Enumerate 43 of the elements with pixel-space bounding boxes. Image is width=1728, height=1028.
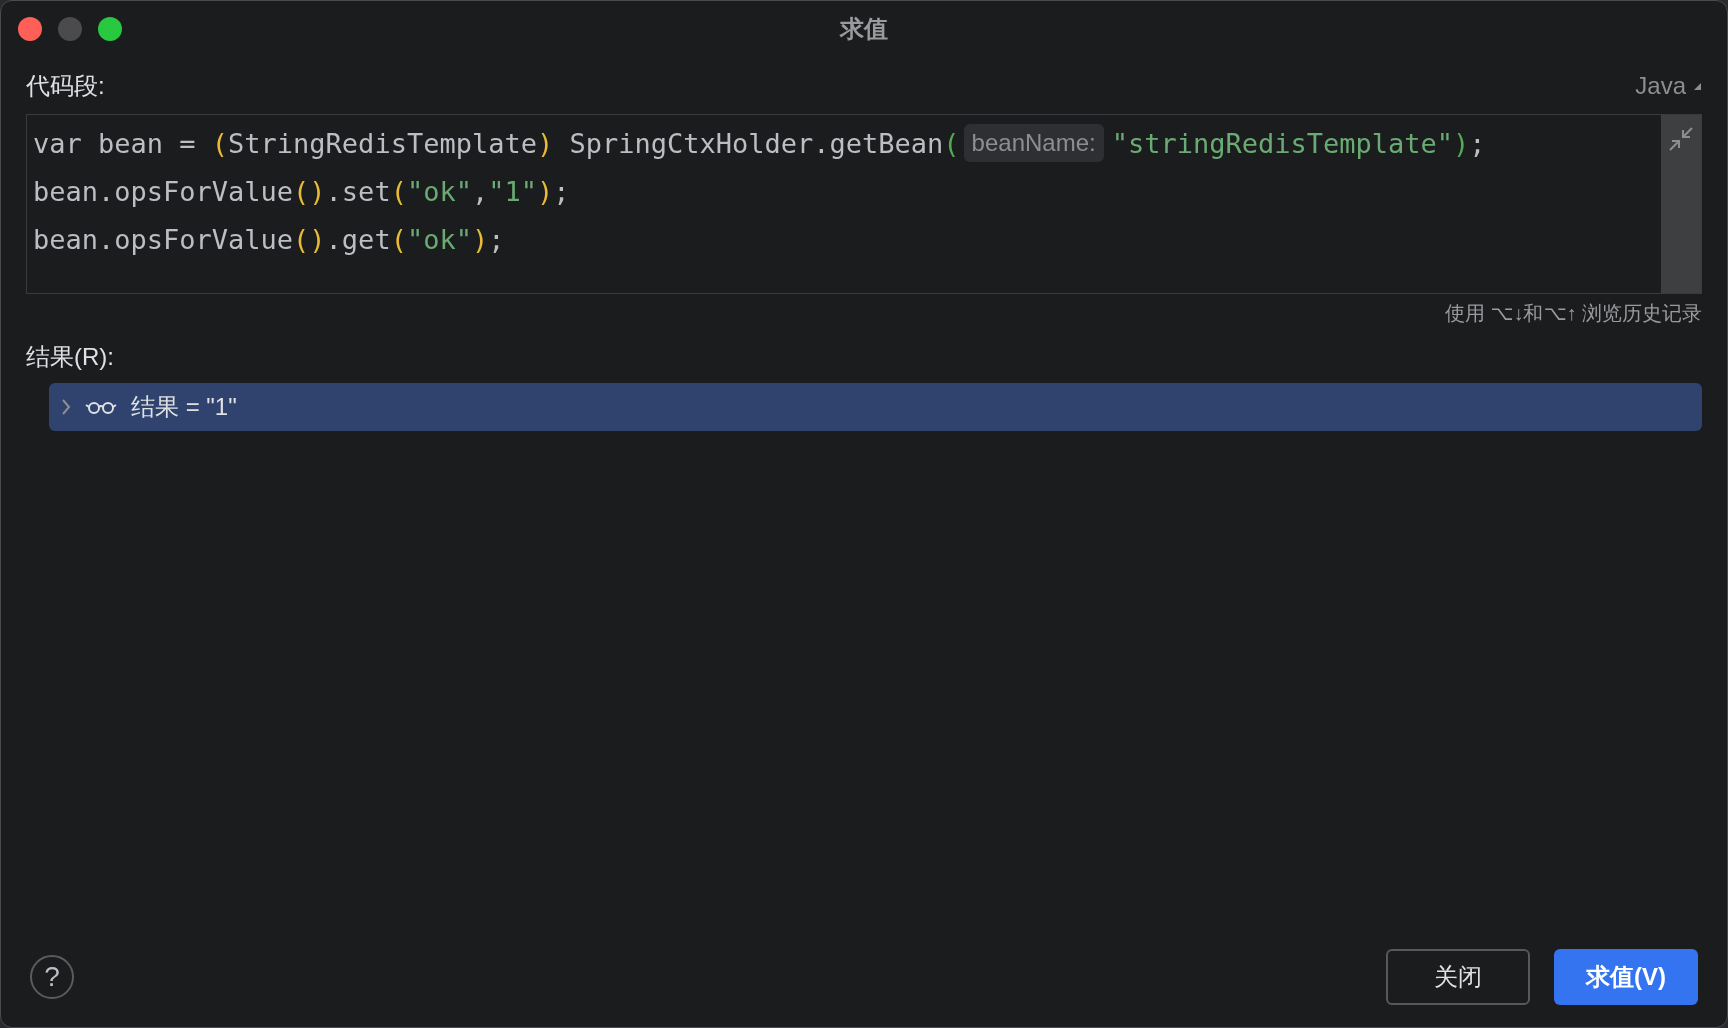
close-button[interactable]: 关闭 xyxy=(1386,949,1530,1005)
parameter-hint: beanName: xyxy=(963,124,1104,162)
language-dropdown[interactable]: Java xyxy=(1635,72,1702,100)
code-token: ) xyxy=(471,223,489,255)
caret-icon xyxy=(1692,81,1702,91)
result-row[interactable]: 结果 = "1" xyxy=(49,383,1702,431)
code-token: ) xyxy=(537,175,554,207)
window-control[interactable] xyxy=(18,16,42,41)
code-editor[interactable]: var bean = (StringRedisTemplate) SpringCtxHolder.getBean( beanName: "stringRedisTemplate"); bean.opsForValue().set("ok","1"); bean.opsForValue().get("ok"); xyxy=(26,114,1702,294)
code-token: var bean = xyxy=(33,127,197,159)
help-button[interactable]: ? xyxy=(30,955,74,999)
result-value: 结果 = "1" xyxy=(131,392,237,422)
window-control[interactable] xyxy=(98,16,122,41)
section-label: 代码段: xyxy=(26,71,105,101)
section-label: 结果(R): xyxy=(26,342,115,372)
evaluate-button[interactable]: 求值(V) xyxy=(1554,949,1698,1005)
glasses-icon xyxy=(85,399,117,415)
string-literal: "stringRedisTemplate" xyxy=(1111,127,1454,159)
code-token: () xyxy=(293,175,326,207)
code-token: () xyxy=(293,223,326,255)
code-token: ( xyxy=(943,127,960,159)
collapse-icon[interactable] xyxy=(1667,125,1695,153)
code-token: ( xyxy=(390,223,407,255)
chevron-icon[interactable] xyxy=(59,397,73,417)
code-token: ; xyxy=(1469,127,1486,159)
code-token: , xyxy=(471,175,489,207)
string-literal: "ok" xyxy=(406,175,472,207)
code-token: bean.opsForValue xyxy=(33,175,294,207)
code-token: ( xyxy=(390,175,407,207)
code-token: SpringCtxHolder.getBean xyxy=(568,127,944,159)
code-token: bean.opsForValue xyxy=(33,223,294,255)
history-hint: 使用 ⌥↓和⌥↑ 浏览历史记录 xyxy=(1444,301,1702,326)
code-token: ( xyxy=(211,127,229,159)
code-token: ; xyxy=(488,223,505,255)
code-token: .get xyxy=(325,223,391,255)
code-token: ) xyxy=(1453,127,1470,159)
code-token: ) xyxy=(536,127,554,159)
code-token: .set xyxy=(325,175,391,207)
code-token: ; xyxy=(553,175,570,207)
string-literal: "ok" xyxy=(406,223,472,255)
window-title: 求值 xyxy=(840,14,888,42)
string-literal: "1" xyxy=(488,175,537,207)
code-token: StringRedisTemplate xyxy=(228,127,537,159)
